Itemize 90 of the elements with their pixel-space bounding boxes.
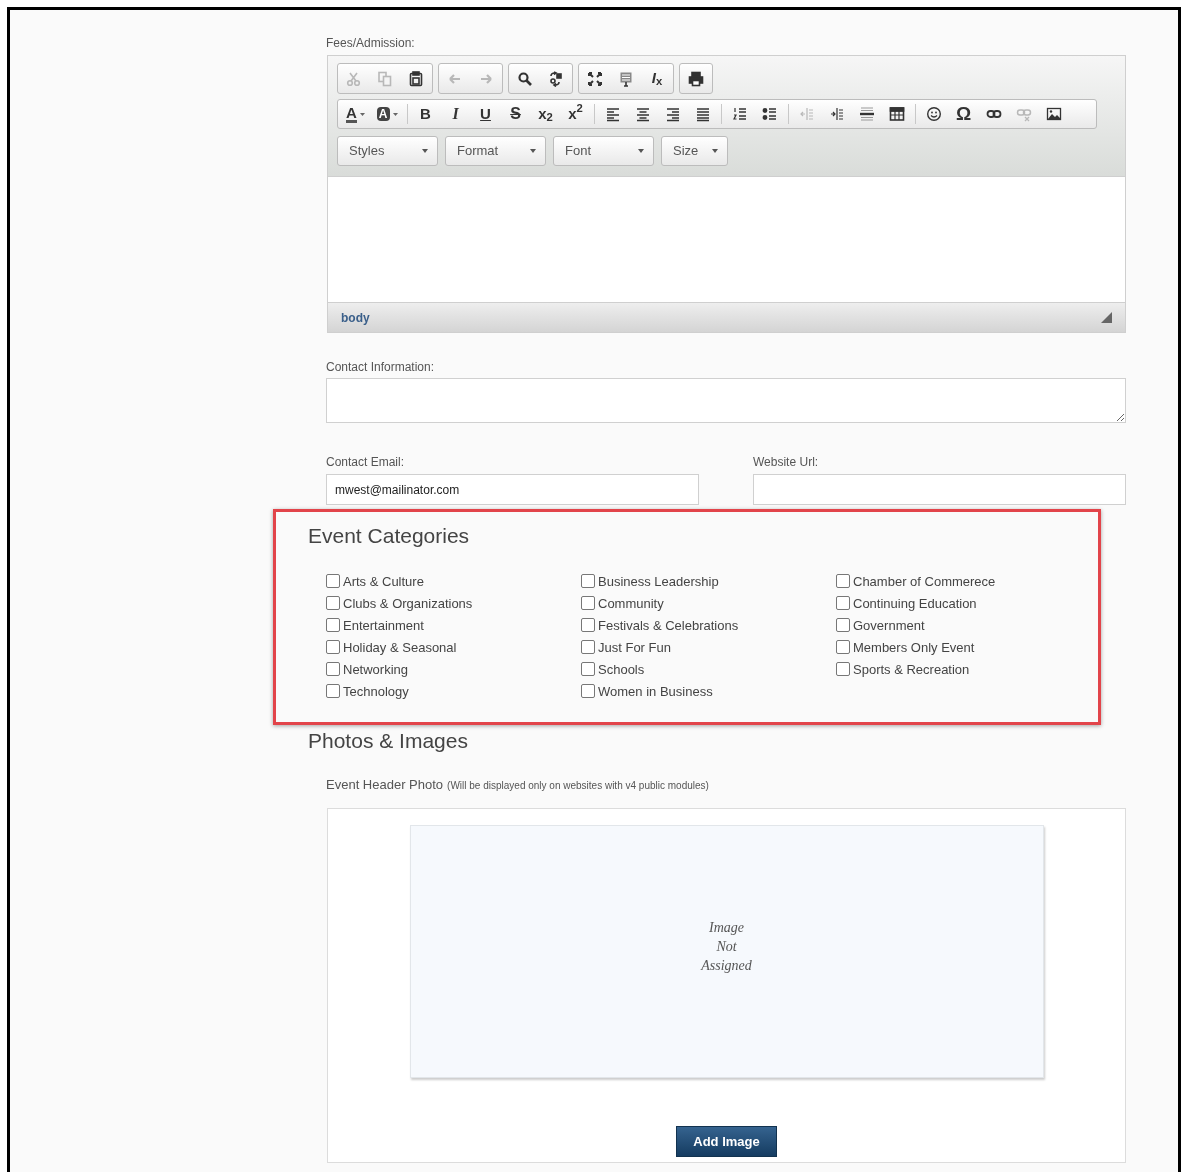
horizontal-line-icon [858,106,875,122]
caret-icon [712,149,718,153]
align-right-icon [664,106,681,122]
checkbox-label: Clubs & Organizations [343,595,473,614]
checkbox[interactable] [836,595,850,610]
checkbox-label: Government [853,617,925,636]
checkbox[interactable] [836,661,850,676]
table-icon [888,106,905,122]
image-icon [1045,106,1062,122]
checkbox-label: Networking [343,661,409,680]
toolbar-button[interactable]: A [341,100,370,128]
dropdown-button[interactable]: Size [661,136,728,166]
numbered-list-icon [731,106,748,122]
input-field[interactable]: mwest@mailinator.com [326,474,699,505]
maximize-icon [587,70,603,87]
input-field[interactable] [326,378,1126,423]
checkbox-label: Holiday & Seasonal [343,639,457,658]
caret-icon [422,149,428,153]
unlink-icon [1015,106,1032,122]
input-field[interactable] [753,474,1126,505]
checkbox-label: Festivals & Celebrations [598,617,739,636]
element-path-link[interactable]: body [341,308,370,327]
printer-icon [688,70,704,87]
resize-grip-icon[interactable] [1101,312,1112,323]
copy-icon [377,70,393,87]
placeholder-text: Image Not Assigned [701,919,752,975]
checkbox-label: Arts & Culture [343,573,424,592]
toolbar-button[interactable]: S [501,100,530,128]
field-label: Contact Information: [326,359,436,375]
indent-icon [828,106,845,122]
checkbox[interactable] [326,617,340,632]
smiley-icon [925,106,942,122]
justify-icon [694,106,711,122]
toolbar-button[interactable]: A [371,100,403,128]
checkbox-label: Women in Business [598,683,713,702]
toolbar-button[interactable]: I$_{x}$ [643,64,671,93]
checkbox-label: Just For Fun [598,639,671,658]
checkbox[interactable] [581,639,595,654]
caret-icon [530,149,536,153]
section-heading: Photos & Images [308,728,469,754]
toolbar-button[interactable]: U [471,100,500,128]
checkbox[interactable] [326,639,340,654]
toolbar-button[interactable]: x$^{2}$ [561,100,590,128]
checkbox-label: Technology [343,683,409,702]
checkbox-label: Members Only Event [853,639,975,658]
search-icon [517,70,533,87]
checkbox[interactable] [326,661,340,676]
field-label: Website Url: [753,454,820,470]
toolbar-button[interactable]: B [411,100,440,128]
paste-icon [408,70,424,87]
checkbox-label: Community [598,595,664,614]
outdent-icon [798,106,815,122]
checkbox[interactable] [581,661,595,676]
checkbox-label: Continuing Education [853,595,977,614]
checkbox[interactable] [836,573,850,588]
add-image-button[interactable]: Add Image [676,1126,777,1157]
toolbar-button[interactable]: Ω [949,100,978,128]
document-lines-icon [618,70,634,87]
scissors-icon [346,70,362,87]
checkbox[interactable] [581,683,595,698]
field-label: Fees/Admission: [326,35,416,51]
dropdown-button[interactable]: Font [553,136,654,166]
dropdown-button[interactable]: Styles [337,136,438,166]
dropdown-button[interactable]: Format [445,136,546,166]
toolbar-button[interactable]: I [441,100,470,128]
align-left-icon [604,106,621,122]
checkbox[interactable] [326,595,340,610]
field-label: Event Header Photo [326,776,444,794]
section-heading: Event Categories [308,523,471,549]
checkbox-label: Chamber of Commerece [853,573,996,592]
caret-icon [638,149,644,153]
bulleted-list-icon [761,106,778,122]
caret-icon [359,112,365,116]
checkbox[interactable] [326,573,340,588]
checkbox-label: Schools [598,661,645,680]
toolbar-button[interactable]: x$_{2}$ [531,100,560,128]
caret-icon [392,112,398,116]
checkbox[interactable] [581,573,595,588]
checkbox-label: Entertainment [343,617,424,636]
checkbox[interactable] [581,595,595,610]
checkbox-label: Sports & Recreation [853,661,970,680]
field-label: Contact Email: [326,454,406,470]
checkbox-label: Business Leadership [598,573,719,592]
checkbox[interactable] [836,639,850,654]
checkbox[interactable] [581,617,595,632]
align-center-icon [634,106,651,122]
field-note: (Will be displayed only on websites with v4 public modules) [447,779,709,793]
replace-icon [548,70,564,87]
checkbox[interactable] [326,683,340,698]
checkbox[interactable] [836,617,850,632]
